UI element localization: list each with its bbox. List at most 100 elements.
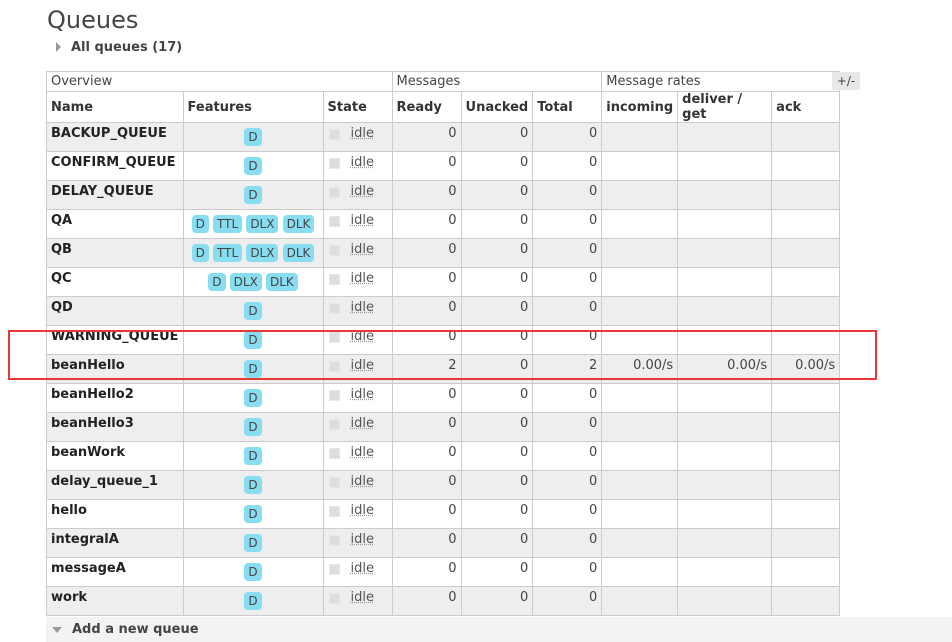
ready-count: 0 [391, 180, 462, 210]
ready-count: 0 [391, 499, 462, 529]
queue-name-link[interactable]: DELAY_QUEUE [46, 180, 184, 210]
queue-name-link[interactable]: CONFIRM_QUEUE [46, 151, 184, 181]
ready-count: 0 [391, 557, 462, 587]
state-indicator-icon [328, 245, 340, 256]
table-row: QB D TTL DLX DLK idle 0 0 0 [46, 238, 841, 268]
incoming-rate [601, 209, 679, 239]
queue-name-link[interactable]: BACKUP_QUEUE [46, 122, 184, 152]
col-deliver-get[interactable]: deliver / get [677, 91, 773, 123]
state-label: idle [350, 474, 375, 489]
queue-name-link[interactable]: QC [46, 267, 184, 297]
feature-badge: D [244, 360, 262, 378]
table-row: hello Didle 0 0 0 [46, 499, 841, 529]
queue-state: idle [322, 238, 393, 268]
total-count: 0 [532, 586, 603, 616]
col-incoming[interactable]: incoming [601, 91, 679, 123]
total-count: 0 [532, 383, 603, 413]
feature-badge: TTL [213, 244, 243, 262]
total-count: 0 [532, 180, 603, 210]
col-features: Features [182, 91, 324, 123]
incoming-rate [601, 470, 679, 500]
deliver-get-rate [677, 412, 773, 442]
table-row: DELAY_QUEUE Didle 0 0 0 [46, 180, 841, 210]
unacked-count: 0 [460, 557, 534, 587]
queue-features: D [182, 325, 324, 355]
state-indicator-icon [328, 477, 340, 488]
ready-count: 0 [391, 441, 462, 471]
queue-name-link[interactable]: beanHello3 [46, 412, 184, 442]
state-indicator-icon [328, 158, 340, 169]
unacked-count: 0 [460, 470, 534, 500]
incoming-rate [601, 586, 679, 616]
queue-name-link[interactable]: QA [46, 209, 184, 239]
col-unacked[interactable]: Unacked [460, 91, 534, 123]
feature-badge: D [244, 563, 262, 581]
ack-rate [771, 557, 841, 587]
state-indicator-icon [328, 448, 340, 459]
unacked-count: 0 [460, 151, 534, 181]
col-name[interactable]: Name [46, 91, 184, 123]
state-label: idle [350, 184, 375, 199]
queue-name-link[interactable]: integralA [46, 528, 184, 558]
queue-name-link[interactable]: QB [46, 238, 184, 268]
queue-state: idle [322, 528, 393, 558]
state-label: idle [350, 358, 375, 373]
incoming-rate [601, 267, 679, 297]
queue-list: BACKUP_QUEUE Didle 0 0 0 CONFIRM_QUEUE Didle 0 0… [46, 122, 841, 616]
ack-rate [771, 151, 841, 181]
feature-badge: D [244, 418, 262, 436]
queue-name-link[interactable]: QD [46, 296, 184, 326]
queue-name-link[interactable]: hello [46, 499, 184, 529]
total-count: 0 [532, 528, 603, 558]
queue-name-link[interactable]: messageA [46, 557, 184, 587]
ack-rate [771, 238, 841, 268]
columns-toggle-button[interactable]: +/- [832, 72, 860, 90]
state-indicator-icon [328, 129, 340, 140]
queue-features: D [182, 412, 324, 442]
feature-badge: D [191, 244, 209, 262]
add-queue-toggle[interactable]: Add a new queue [46, 617, 952, 642]
queue-name-link[interactable]: beanWork [46, 441, 184, 471]
ack-rate [771, 209, 841, 239]
collapse-arrow-icon [52, 626, 62, 633]
col-ack[interactable]: ack [771, 91, 841, 123]
queue-features: D [182, 586, 324, 616]
ack-rate: 0.00/s [771, 354, 841, 384]
queue-name-link[interactable]: delay_queue_1 [46, 470, 184, 500]
table-row: work Didle 0 0 0 [46, 586, 841, 616]
ready-count: 0 [391, 325, 462, 355]
incoming-rate [601, 151, 679, 181]
col-ready[interactable]: Ready [391, 91, 462, 123]
state-label: idle [350, 532, 375, 547]
ready-count: 0 [391, 296, 462, 326]
all-queues-toggle[interactable]: All queues (17) [56, 38, 182, 56]
incoming-rate [601, 238, 679, 268]
feature-badge: D [244, 302, 262, 320]
queue-name-link[interactable]: beanHello [46, 354, 184, 384]
queue-name-link[interactable]: work [46, 586, 184, 616]
ack-rate [771, 470, 841, 500]
total-count: 0 [532, 238, 603, 268]
deliver-get-rate [677, 151, 773, 181]
ack-rate [771, 267, 841, 297]
state-label: idle [350, 213, 375, 228]
state-indicator-icon [328, 332, 340, 343]
queue-name-link[interactable]: beanHello2 [46, 383, 184, 413]
unacked-count: 0 [460, 586, 534, 616]
queue-state: idle [322, 412, 393, 442]
queue-features: D TTL DLX DLK [182, 238, 324, 268]
incoming-rate [601, 499, 679, 529]
table-row: CONFIRM_QUEUE Didle 0 0 0 [46, 151, 841, 181]
unacked-count: 0 [460, 122, 534, 152]
state-label: idle [350, 590, 375, 605]
queue-state: idle [322, 151, 393, 181]
ack-rate [771, 296, 841, 326]
unacked-count: 0 [460, 325, 534, 355]
incoming-rate [601, 325, 679, 355]
queue-name-link[interactable]: WARNING_QUEUE [46, 325, 184, 355]
queue-features: D [182, 557, 324, 587]
col-total[interactable]: Total [532, 91, 603, 123]
col-state[interactable]: State [322, 91, 393, 123]
unacked-count: 0 [460, 354, 534, 384]
total-count: 0 [532, 151, 603, 181]
